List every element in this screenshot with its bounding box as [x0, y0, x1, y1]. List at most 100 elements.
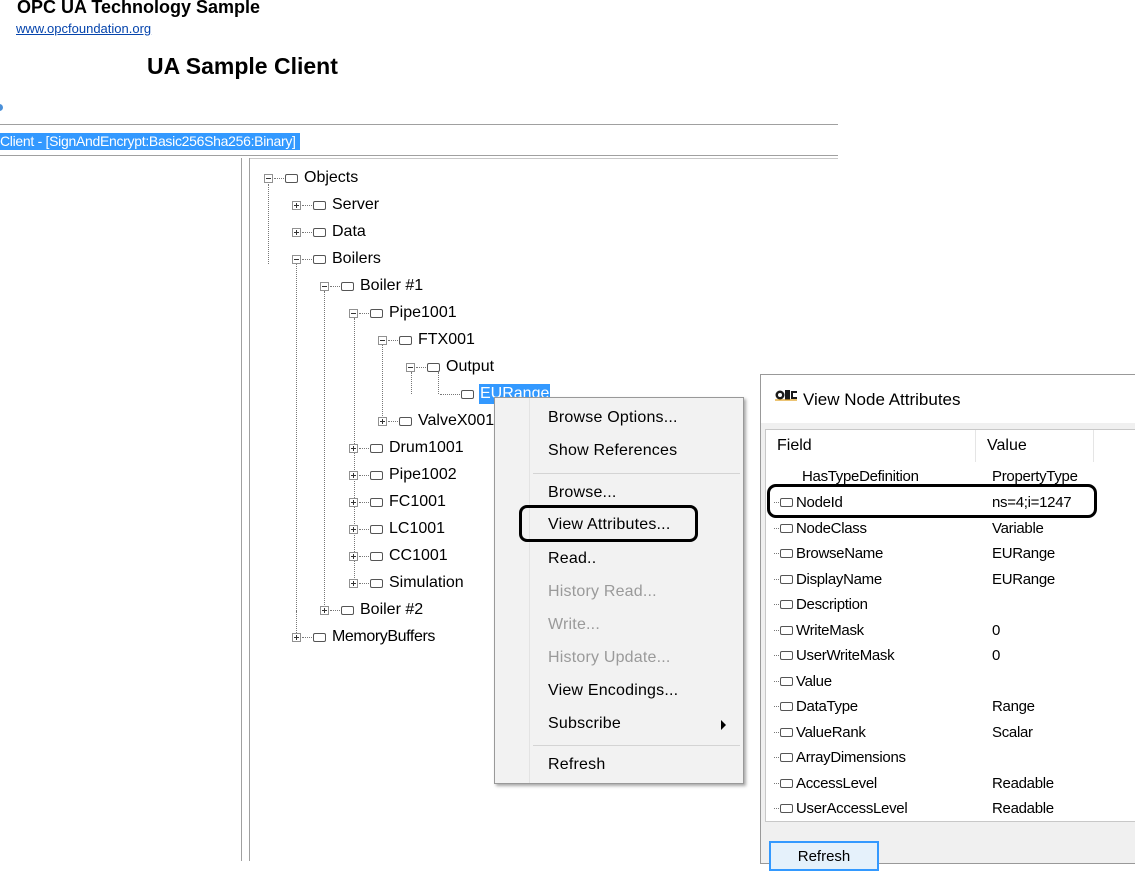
- column-header-value[interactable]: Value: [976, 430, 1094, 462]
- collapse-icon[interactable]: [292, 254, 301, 264]
- tree-node-drum1001[interactable]: Drum1001: [349, 436, 465, 460]
- attribute-row[interactable]: DataType Range: [766, 694, 1135, 719]
- tree-node-boiler-1[interactable]: Boiler #1: [320, 274, 424, 298]
- tree-node-output[interactable]: Output: [406, 355, 495, 379]
- tree-node-simulation[interactable]: Simulation: [349, 571, 465, 595]
- tree-node-label: FC1001: [389, 493, 446, 510]
- attribute-field-wrap: Value: [774, 669, 832, 694]
- node-icon: [780, 753, 793, 762]
- tree-node-label: Output: [446, 358, 495, 375]
- attribute-value: Readable: [992, 800, 1054, 817]
- node-icon: [313, 632, 326, 642]
- attribute-field: DisplayName: [796, 571, 882, 588]
- tree-node-memorybuffers[interactable]: MemoryBuffers: [292, 625, 436, 649]
- attribute-value: EURange: [992, 545, 1055, 562]
- submenu-arrow-icon: [721, 720, 726, 730]
- tree-node-boilers[interactable]: Boilers: [292, 247, 382, 271]
- expand-icon[interactable]: [349, 497, 358, 507]
- attribute-field: NodeClass: [796, 520, 867, 537]
- attribute-value: Range: [992, 698, 1035, 715]
- collapse-icon[interactable]: [378, 335, 387, 345]
- attribute-row[interactable]: AccessLevel Readable: [766, 771, 1135, 796]
- opc-logo-icon: [775, 388, 797, 402]
- collapse-icon[interactable]: [264, 173, 273, 183]
- menu-separator: [533, 473, 740, 474]
- tree-node-pipe1002[interactable]: Pipe1002: [349, 463, 458, 487]
- expand-icon[interactable]: [349, 551, 358, 561]
- node-icon: [780, 651, 793, 660]
- attribute-field: ValueRank: [796, 724, 866, 741]
- column-header-field[interactable]: Field: [766, 430, 976, 462]
- annotation-highlight-view-attributes: [519, 505, 698, 542]
- refresh-button[interactable]: Refresh: [769, 841, 879, 871]
- tree-node-cc1001[interactable]: CC1001: [349, 544, 449, 568]
- menu-item-view-encodings[interactable]: View Encodings...: [548, 681, 678, 701]
- expand-icon[interactable]: [292, 632, 301, 642]
- tree-node-lc1001[interactable]: LC1001: [349, 517, 446, 541]
- attribute-value: 0: [992, 647, 1001, 664]
- expand-icon[interactable]: [349, 524, 358, 534]
- tree-node-objects[interactable]: Objects: [264, 166, 359, 190]
- tree-node-data[interactable]: Data: [292, 220, 367, 244]
- attribute-row[interactable]: UserWriteMask 0: [766, 643, 1135, 668]
- tree-node-boiler-2[interactable]: Boiler #2: [320, 598, 424, 622]
- tree-node-fc1001[interactable]: FC1001: [349, 490, 447, 514]
- expand-icon[interactable]: [320, 605, 329, 615]
- collapse-icon[interactable]: [406, 362, 415, 372]
- attribute-row[interactable]: Description: [766, 592, 1135, 617]
- attribute-field-wrap: BrowseName: [774, 541, 883, 566]
- menu-item-refresh[interactable]: Refresh: [548, 755, 605, 775]
- collapse-icon[interactable]: [320, 281, 329, 291]
- menu-item-read[interactable]: Read..: [548, 549, 596, 569]
- tree-node-pipe1001[interactable]: Pipe1001: [349, 301, 458, 325]
- attribute-row[interactable]: NodeClass Variable: [766, 516, 1135, 541]
- tree-node-server[interactable]: Server: [292, 193, 380, 217]
- collapse-icon[interactable]: [349, 308, 358, 318]
- expand-icon[interactable]: [378, 416, 387, 426]
- menu-item-browse-options[interactable]: Browse Options...: [548, 408, 678, 428]
- menu-item-browse[interactable]: Browse...: [548, 483, 617, 503]
- attribute-field: AccessLevel: [796, 775, 877, 792]
- attribute-row[interactable]: UserAccessLevel Readable: [766, 796, 1135, 821]
- view-node-attributes-dialog: View Node Attributes Field Value HasType…: [760, 374, 1135, 871]
- tree-node-label: Boiler #1: [360, 277, 424, 294]
- attribute-row[interactable]: ValueRank Scalar: [766, 720, 1135, 745]
- menu-item-subscribe[interactable]: Subscribe: [548, 714, 621, 734]
- node-icon: [780, 600, 793, 609]
- node-icon: [780, 702, 793, 711]
- expand-icon[interactable]: [349, 443, 358, 453]
- tree-connector: [268, 184, 269, 264]
- tree-node-label: Drum1001: [389, 439, 464, 456]
- attribute-field-wrap: DisplayName: [774, 567, 882, 592]
- attribute-field-wrap: Description: [774, 592, 868, 617]
- menu-separator: [533, 745, 740, 746]
- node-icon: [780, 804, 793, 813]
- attribute-value: Scalar: [992, 724, 1033, 741]
- attribute-field-wrap: ValueRank: [774, 720, 866, 745]
- expand-icon[interactable]: [349, 578, 358, 588]
- node-icon: [780, 524, 793, 533]
- expand-icon[interactable]: [292, 227, 301, 237]
- attribute-row[interactable]: DisplayName EURange: [766, 567, 1135, 592]
- attribute-row[interactable]: WriteMask 0: [766, 618, 1135, 643]
- attribute-field: BrowseName: [796, 545, 884, 562]
- attribute-row[interactable]: Value: [766, 669, 1135, 694]
- node-icon: [370, 524, 383, 534]
- tree-node-label: Pipe1002: [389, 466, 457, 483]
- tree-node-label: Boiler #2: [360, 601, 424, 618]
- attribute-field-wrap: AccessLevel: [774, 771, 877, 796]
- menu-item-show-references[interactable]: Show References: [548, 441, 677, 461]
- attribute-value: Variable: [992, 520, 1044, 537]
- node-icon: [370, 308, 383, 318]
- tree-node-label: Data: [332, 223, 366, 240]
- expand-icon[interactable]: [349, 470, 358, 480]
- expand-icon[interactable]: [292, 200, 301, 210]
- tree-node-ftx001[interactable]: FTX001: [378, 328, 476, 352]
- context-menu: Browse Options... Show References Browse…: [494, 397, 744, 784]
- attribute-field: Value: [796, 673, 832, 690]
- node-icon: [780, 549, 793, 558]
- tree-node-valvex001[interactable]: ValveX001: [378, 409, 495, 433]
- attribute-row[interactable]: ArrayDimensions: [766, 745, 1135, 770]
- attribute-row[interactable]: BrowseName EURange: [766, 541, 1135, 566]
- node-icon: [313, 254, 326, 264]
